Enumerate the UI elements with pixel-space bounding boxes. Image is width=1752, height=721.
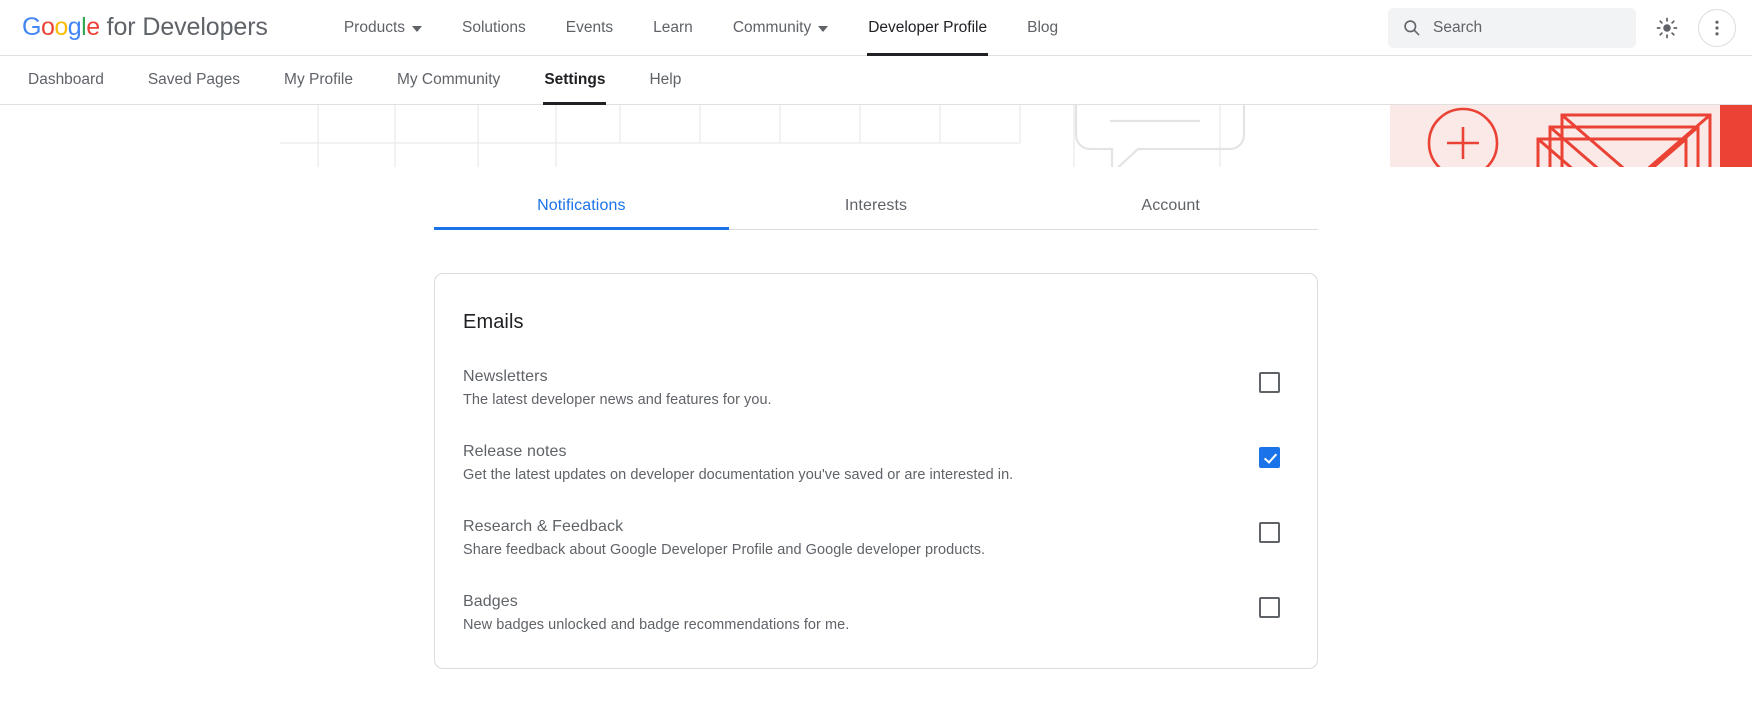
nav-item-developer-profile[interactable]: Developer Profile	[848, 0, 1007, 56]
preference-description-research-feedback: Share feedback about Google Developer Pr…	[463, 542, 1225, 558]
nav-item-events[interactable]: Events	[546, 0, 633, 56]
preference-row-newsletters: Newsletters The latest developer news an…	[463, 359, 1289, 417]
preference-name-research-feedback: Research & Feedback	[463, 518, 1225, 536]
tab-interests[interactable]: Interests	[729, 183, 1024, 229]
header-actions: Search	[1388, 8, 1736, 48]
search-icon	[1402, 18, 1421, 37]
nav-label-community: Community	[733, 19, 811, 37]
preference-text: Research & Feedback Share feedback about…	[463, 518, 1225, 558]
primary-nav: Products Solutions Events Learn Communit…	[324, 0, 1078, 56]
preference-row-release-notes: Release notes Get the latest updates on …	[463, 434, 1289, 492]
nav-item-products[interactable]: Products	[324, 0, 442, 56]
sub-nav-label-help: Help	[649, 71, 681, 89]
sub-nav-label-saved-pages: Saved Pages	[148, 71, 240, 89]
tab-label-account: Account	[1141, 197, 1200, 214]
sub-nav-item-dashboard[interactable]: Dashboard	[6, 56, 126, 105]
profile-banner	[0, 105, 1752, 167]
google-letter-g1: G	[22, 13, 41, 41]
search-placeholder: Search	[1433, 19, 1482, 37]
card-title: Emails	[463, 311, 1289, 334]
settings-tabs: Notifications Interests Account	[434, 183, 1318, 230]
sun-brightness-icon	[1656, 17, 1678, 39]
theme-toggle-button[interactable]	[1650, 11, 1684, 45]
sub-nav-label-my-community: My Community	[397, 71, 500, 89]
tab-account[interactable]: Account	[1023, 183, 1318, 229]
nav-label-products: Products	[344, 19, 405, 37]
preference-description-badges: New badges unlocked and badge recommenda…	[463, 617, 1225, 633]
more-vertical-icon	[1707, 18, 1727, 38]
brand-suffix: for Developers	[107, 13, 268, 42]
google-letter-e: e	[86, 13, 99, 41]
preference-row-badges: Badges New badges unlocked and badge rec…	[463, 584, 1289, 642]
google-wordmark: Google	[22, 13, 100, 42]
sub-nav-item-my-community[interactable]: My Community	[375, 56, 522, 105]
checkbox-cell	[1249, 368, 1289, 393]
sub-nav-label-my-profile: My Profile	[284, 71, 353, 89]
chevron-down-icon	[412, 26, 422, 32]
google-letter-o2: o	[54, 13, 67, 41]
preference-text: Badges New badges unlocked and badge rec…	[463, 593, 1225, 633]
sub-nav-item-my-profile[interactable]: My Profile	[262, 56, 375, 105]
tab-label-interests: Interests	[845, 197, 907, 214]
top-header: Google for Developers Products Solutions…	[0, 0, 1752, 56]
sub-nav-item-saved-pages[interactable]: Saved Pages	[126, 56, 262, 105]
settings-tabs-wrapper: Notifications Interests Account	[434, 167, 1318, 230]
emails-settings-card: Emails Newsletters The latest developer …	[434, 273, 1318, 669]
nav-item-learn[interactable]: Learn	[633, 0, 713, 56]
tab-label-notifications: Notifications	[537, 197, 625, 214]
nav-item-solutions[interactable]: Solutions	[442, 0, 546, 56]
preference-description-newsletters: The latest developer news and features f…	[463, 392, 1225, 408]
preference-description-release-notes: Get the latest updates on developer docu…	[463, 467, 1225, 483]
brand-logo[interactable]: Google for Developers	[22, 13, 268, 42]
nav-label-developer-profile: Developer Profile	[868, 19, 987, 37]
sub-nav-item-help[interactable]: Help	[627, 56, 703, 105]
nav-label-events: Events	[566, 19, 613, 37]
checkbox-cell	[1249, 518, 1289, 543]
tab-notifications[interactable]: Notifications	[434, 183, 729, 229]
google-letter-o1: o	[41, 13, 54, 41]
sub-nav-label-settings: Settings	[544, 71, 605, 89]
nav-label-learn: Learn	[653, 19, 693, 37]
preference-text: Release notes Get the latest updates on …	[463, 443, 1225, 483]
preference-text: Newsletters The latest developer news an…	[463, 368, 1225, 408]
nav-item-community[interactable]: Community	[713, 0, 848, 56]
search-input[interactable]: Search	[1388, 8, 1636, 48]
sub-nav-item-settings[interactable]: Settings	[522, 56, 627, 105]
preference-name-release-notes: Release notes	[463, 443, 1225, 461]
nav-label-solutions: Solutions	[462, 19, 526, 37]
nav-label-blog: Blog	[1027, 19, 1058, 37]
preference-name-newsletters: Newsletters	[463, 368, 1225, 386]
checkbox-newsletters[interactable]	[1259, 372, 1280, 393]
checkbox-badges[interactable]	[1259, 597, 1280, 618]
main-content: Notifications Interests Account Emails N…	[0, 167, 1752, 721]
nav-item-blog[interactable]: Blog	[1007, 0, 1078, 56]
overflow-menu-button[interactable]	[1698, 9, 1736, 47]
banner-artwork	[0, 105, 1752, 167]
checkbox-release-notes[interactable]	[1259, 447, 1280, 468]
secondary-nav: Dashboard Saved Pages My Profile My Comm…	[0, 56, 1752, 105]
preference-row-research-feedback: Research & Feedback Share feedback about…	[463, 509, 1289, 567]
sub-nav-label-dashboard: Dashboard	[28, 71, 104, 89]
checkbox-research-feedback[interactable]	[1259, 522, 1280, 543]
checkbox-cell	[1249, 593, 1289, 618]
google-letter-g2: g	[68, 13, 81, 41]
chevron-down-icon	[818, 26, 828, 32]
preference-name-badges: Badges	[463, 593, 1225, 611]
checkbox-cell	[1249, 443, 1289, 468]
